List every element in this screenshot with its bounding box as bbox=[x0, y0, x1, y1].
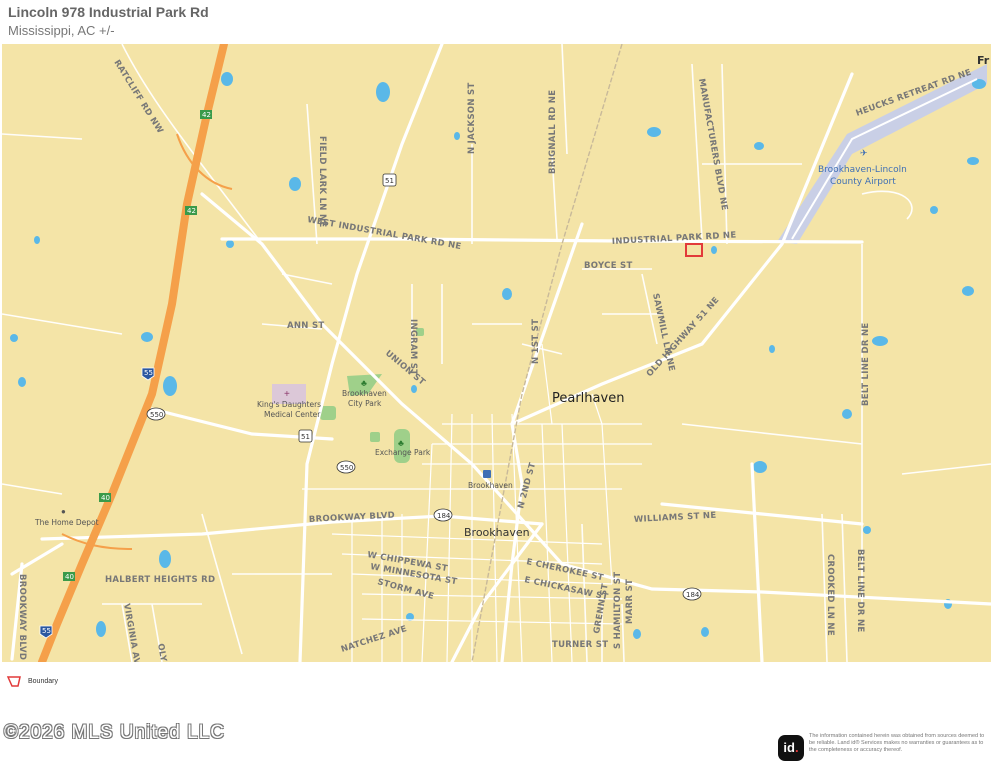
shield-ms184-a: 184 bbox=[433, 508, 453, 522]
svg-text:51: 51 bbox=[385, 177, 394, 185]
road-label-west-industrial: WEST INDUSTRIAL PARK RD NE bbox=[306, 215, 462, 252]
shield-us51-b: 51 bbox=[298, 429, 313, 443]
logo-text: id bbox=[783, 740, 795, 755]
map-svg: ✈ Brookhaven-Lincoln County Airport RATC… bbox=[2, 44, 991, 662]
legend: Boundary bbox=[6, 674, 58, 688]
road-label-natchez: NATCHEZ AVE bbox=[340, 624, 409, 655]
road-label-virginia: VIRGINIA AVE bbox=[121, 603, 143, 662]
store-icon: ● bbox=[61, 507, 66, 516]
svg-text:42: 42 bbox=[187, 207, 196, 215]
disclaimer: The information contained herein was obt… bbox=[809, 733, 985, 753]
shield-ms550-a: 550 bbox=[146, 407, 166, 421]
station-icon bbox=[483, 470, 491, 478]
interstate-55 bbox=[38, 44, 228, 662]
airport-icon: ✈ bbox=[860, 149, 868, 159]
road-label-ratcliff: RATCLIFF RD NW bbox=[111, 58, 165, 136]
road-label-turner: TURNER ST bbox=[552, 640, 608, 650]
poi-hospital-2: Medical Center bbox=[264, 410, 321, 419]
svg-text:550: 550 bbox=[150, 411, 163, 419]
park-icon: ♣ bbox=[361, 378, 367, 388]
svg-text:550: 550 bbox=[340, 464, 353, 472]
poi-hospital-1: King's Daughters bbox=[257, 400, 321, 409]
poi-home-depot: The Home Depot bbox=[34, 518, 99, 527]
copyright: ©2026 MLS United LLC bbox=[4, 722, 225, 743]
road-label-belt-line-s: BELT LINE DR NE bbox=[855, 549, 865, 633]
parcel-boundary[interactable] bbox=[685, 243, 703, 257]
road-label-union: UNION ST bbox=[383, 349, 427, 388]
shield-ms42-a: 42 bbox=[200, 110, 212, 119]
shield-ms550-b: 550 bbox=[336, 460, 356, 474]
place-fr: Fr bbox=[977, 54, 990, 67]
svg-text:40: 40 bbox=[101, 494, 110, 502]
road-label-belt-line: BELT LINE DR NE bbox=[861, 323, 871, 407]
poi-city-park-2: City Park bbox=[348, 399, 382, 408]
road-label-brignall: BRIGNALL RD NE bbox=[548, 90, 558, 174]
shield-us51-a: 51 bbox=[382, 173, 397, 187]
shield-ms42-b: 42 bbox=[185, 206, 197, 215]
svg-text:42: 42 bbox=[202, 111, 211, 119]
minor-roads bbox=[2, 44, 991, 662]
road-label-jackson: N JACKSON ST bbox=[467, 82, 477, 154]
svg-text:184: 184 bbox=[437, 512, 451, 520]
road-label-industrial: INDUSTRIAL PARK RD NE bbox=[612, 230, 737, 247]
road-label-brookway-v: BROOKWAY BLVD bbox=[17, 574, 27, 660]
road-label-n1st: N 1ST ST bbox=[531, 319, 541, 364]
park-icon-exchange: ♣ bbox=[398, 438, 404, 448]
poi-city-park-1: Brookhaven bbox=[342, 389, 387, 398]
svg-text:55: 55 bbox=[144, 369, 153, 377]
road-label-ann: ANN ST bbox=[287, 321, 325, 331]
road-label-marr: MARR ST bbox=[625, 579, 635, 624]
road-label-boyce: BOYCE ST bbox=[584, 261, 633, 271]
svg-text:184: 184 bbox=[686, 591, 700, 599]
road-label-field-lark: FIELD LARK LN NE bbox=[317, 136, 327, 228]
shield-ms40-a: 40 bbox=[99, 493, 111, 502]
svg-text:55: 55 bbox=[42, 627, 51, 635]
legend-label: Boundary bbox=[28, 677, 58, 685]
map-canvas[interactable]: ✈ Brookhaven-Lincoln County Airport RATC… bbox=[2, 44, 991, 662]
airport-area bbox=[777, 64, 987, 244]
hospital-icon: + bbox=[284, 389, 290, 400]
poi-station: Brookhaven bbox=[468, 481, 513, 490]
road-label-oly: OLY bbox=[155, 643, 168, 662]
road-label-williams: WILLIAMS ST NE bbox=[634, 511, 717, 525]
airport-label-2: County Airport bbox=[830, 177, 896, 187]
header: Lincoln 978 Industrial Park Rd Mississip… bbox=[8, 4, 209, 38]
shield-ms40-b: 40 bbox=[63, 572, 75, 581]
svg-text:51: 51 bbox=[301, 433, 310, 441]
place-brookhaven: Brookhaven bbox=[464, 526, 530, 539]
road-label-halbert: HALBERT HEIGHTS RD bbox=[105, 575, 215, 585]
road-label-hamilton: S HAMILTON ST bbox=[613, 572, 623, 649]
listing-subtitle: Mississippi, AC +/- bbox=[8, 23, 115, 38]
listing-title: Lincoln 978 Industrial Park Rd bbox=[8, 4, 209, 20]
airport-label-1: Brookhaven-Lincoln bbox=[818, 165, 907, 175]
shield-ms184-b: 184 bbox=[682, 587, 702, 601]
poi-exchange-park: Exchange Park bbox=[375, 448, 431, 457]
road-label-crooked: CROOKED LN NE bbox=[825, 554, 835, 636]
boundary-legend-icon bbox=[6, 676, 21, 687]
land-id-logo-icon: id. bbox=[778, 735, 804, 761]
place-pearlhaven: Pearlhaven bbox=[552, 391, 624, 406]
svg-text:40: 40 bbox=[65, 573, 74, 581]
